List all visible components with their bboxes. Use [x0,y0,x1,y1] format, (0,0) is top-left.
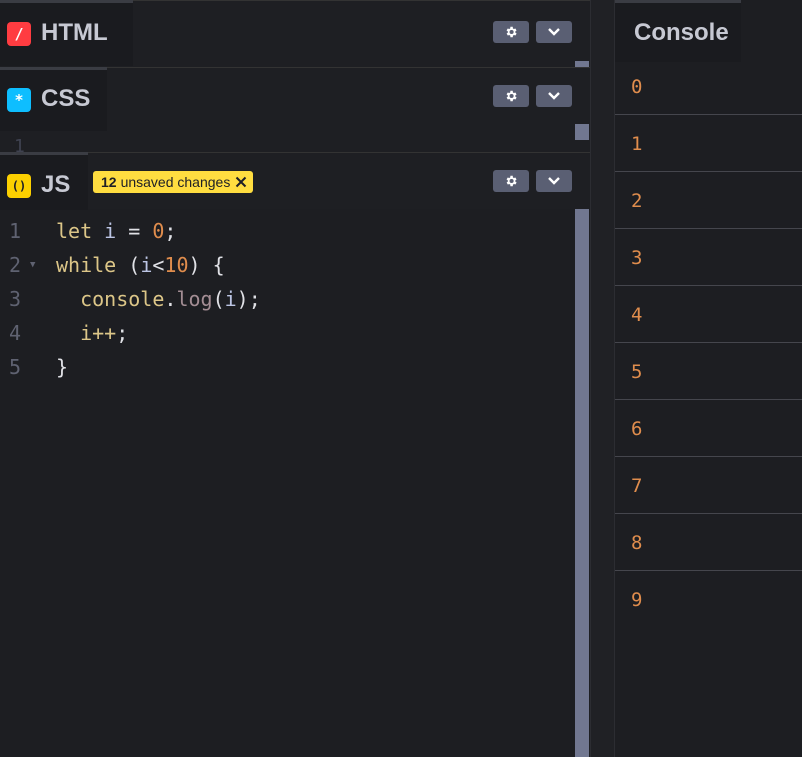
console-log-row: 7 [615,457,802,514]
parentheses-icon: () [7,174,31,198]
console-title: Console [634,19,729,46]
console-log-value: 5 [631,361,643,383]
code-token: i [104,219,117,243]
console-log-row: 3 [615,229,802,286]
console-log-row: 1 [615,115,802,172]
code-token: i [140,253,153,277]
code-line[interactable]: 3 console.log(i); [0,282,574,316]
code-token: 0 [152,219,165,243]
code-token: console [80,287,165,311]
console-panel: Console 0 1 2 3 4 5 6 7 8 9 [615,0,802,757]
code-token: i++ [80,321,117,345]
code-token: < [152,253,165,277]
slash-icon: / [7,22,31,46]
code-token: = [116,219,153,243]
console-log-value: 3 [631,247,643,269]
console-log-row: 5 [615,343,802,400]
code-token: } [56,355,69,379]
html-panel-title: HTML [41,19,108,46]
js-code-editor[interactable]: 1 let i = 0; 2 ▼ while (i<10) {3 console.log… [0,214,574,757]
console-tab[interactable]: Console [615,0,741,62]
code-token: ( [116,253,141,277]
console-log-row: 6 [615,400,802,457]
console-log-value: 2 [631,190,643,212]
unsaved-changes-badge[interactable]: 12 unsaved changes [93,171,254,193]
line-number: 4 [8,321,22,345]
console-log-row: 0 [615,58,802,115]
gear-icon [506,26,517,38]
chevron-down-icon [548,28,560,36]
console-log-value: 6 [631,418,643,440]
close-icon[interactable] [235,176,247,188]
console-log-value: 7 [631,475,643,497]
css-tab[interactable]: * CSS [0,67,107,131]
js-panel-title: JS [41,171,71,198]
resize-gutter[interactable] [590,0,615,757]
code-token: while [56,253,117,277]
line-number: 1 [8,219,22,243]
console-log-row: 8 [615,514,802,571]
js-tab[interactable]: () JS [0,152,88,210]
line-number: 5 [8,355,22,379]
chevron-down-icon [548,92,560,100]
css-collapse-button[interactable] [536,85,572,107]
code-token: ) { [188,253,225,277]
js-scrollbar[interactable] [575,209,589,757]
console-log-value: 9 [631,589,643,611]
console-log-value: 4 [631,304,643,326]
unsaved-count: 12 [101,174,117,190]
line-number: 2 [8,253,22,277]
code-line[interactable]: 5} [0,350,574,384]
console-log-row: 9 [615,571,802,628]
code-token: i [224,287,237,311]
code-line[interactable]: 1 let i = 0; [0,214,574,248]
console-log-row: 2 [615,172,802,229]
code-token: log [176,287,213,311]
code-line[interactable]: 2 ▼ while (i<10) { [0,248,574,282]
asterisk-icon: * [7,88,31,112]
console-log-value: 8 [631,532,643,554]
code-token: ); [236,287,261,311]
html-settings-button[interactable] [493,21,529,43]
css-panel-header: * CSS 1 [0,67,590,157]
code-token: ; [116,321,129,345]
html-panel-header: / HTML [0,0,590,68]
console-log-row: 4 [615,286,802,343]
code-token: . [164,287,177,311]
css-panel-title: CSS [41,85,91,112]
gear-icon [506,175,517,187]
code-token: 10 [164,253,189,277]
css-settings-button[interactable] [493,85,529,107]
js-settings-button[interactable] [493,170,529,192]
gear-icon [506,90,517,102]
js-panel-header: () JS 12 unsaved changes [0,152,590,210]
code-token: ( [212,287,225,311]
editors-column: / HTML * CSS 1 () JS 12 unsaved changes … [0,0,590,757]
html-collapse-button[interactable] [536,21,572,43]
console-log-value: 0 [631,76,643,98]
js-collapse-button[interactable] [536,170,572,192]
code-token: ; [164,219,177,243]
code-token: let [56,219,93,243]
code-line[interactable]: 4 i++; [0,316,574,350]
css-scrollbar[interactable] [575,124,589,140]
fold-triangle-icon[interactable]: ▼ [30,248,56,282]
line-number: 3 [8,287,22,311]
chevron-down-icon [548,177,560,185]
html-tab[interactable]: / HTML [0,0,133,66]
console-log-value: 1 [631,133,643,155]
unsaved-label: unsaved changes [120,174,231,190]
